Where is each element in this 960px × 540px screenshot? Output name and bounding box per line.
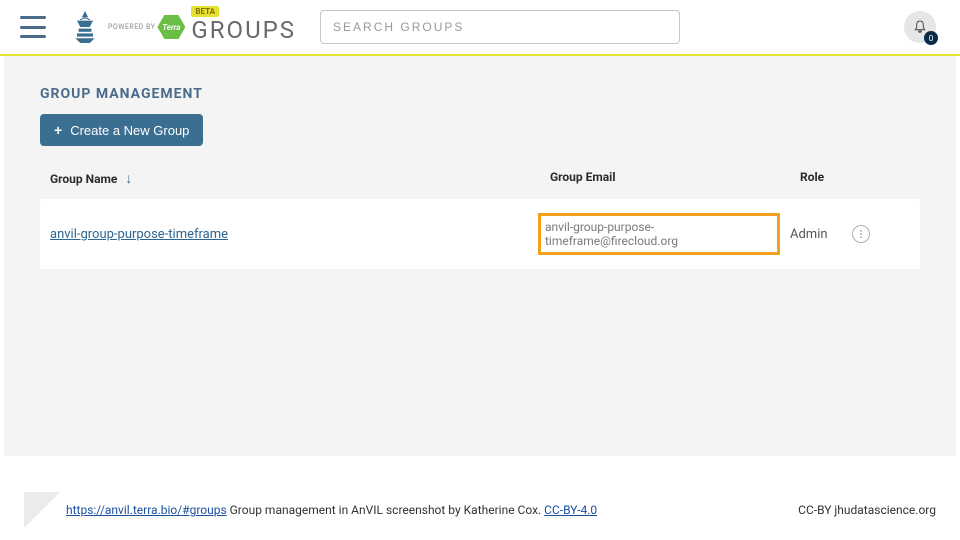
notifications-button[interactable]: 0 bbox=[904, 11, 936, 43]
page-title: GROUPS bbox=[191, 16, 296, 44]
search-input[interactable] bbox=[320, 10, 680, 44]
sort-down-icon: ↓ bbox=[125, 170, 132, 187]
footer-caption: https://anvil.terra.bio/#groups Group ma… bbox=[66, 503, 597, 517]
page-heading: GROUP MANAGEMENT bbox=[40, 86, 920, 102]
powered-by-label: POWERED BY bbox=[108, 23, 155, 31]
hamburger-menu-icon[interactable] bbox=[20, 16, 46, 38]
column-header-email[interactable]: Group Email bbox=[550, 170, 800, 187]
table-header: Group Name ↓ Group Email Role bbox=[40, 164, 920, 199]
group-role: Admin bbox=[790, 227, 852, 242]
folded-corner-icon bbox=[24, 492, 60, 528]
column-header-name[interactable]: Group Name ↓ bbox=[50, 170, 550, 187]
search-wrap bbox=[320, 10, 680, 44]
anvil-logo-icon bbox=[68, 7, 102, 47]
column-header-role[interactable]: Role bbox=[800, 170, 860, 187]
create-group-label: Create a New Group bbox=[70, 123, 189, 138]
table-row: anvil-group-purpose-timeframe anvil-grou… bbox=[40, 199, 920, 269]
license-link[interactable]: CC-BY-4.0 bbox=[544, 503, 597, 517]
notification-count-badge: 0 bbox=[924, 31, 938, 45]
caption-text: Group management in AnVIL screenshot by … bbox=[227, 503, 545, 517]
group-name-link[interactable]: anvil-group-purpose-timeframe bbox=[50, 227, 538, 242]
beta-badge: BETA bbox=[191, 6, 219, 17]
main-canvas: GROUP MANAGEMENT + Create a New Group Gr… bbox=[4, 56, 956, 456]
top-bar: POWERED BY Terra BETA GROUPS 0 bbox=[0, 0, 960, 56]
plus-icon: + bbox=[54, 122, 62, 138]
column-name-label: Group Name bbox=[50, 172, 117, 186]
page-title-wrap: BETA GROUPS bbox=[191, 10, 296, 44]
footer: https://anvil.terra.bio/#groups Group ma… bbox=[0, 492, 960, 528]
source-url-link[interactable]: https://anvil.terra.bio/#groups bbox=[66, 503, 227, 517]
terra-logo-icon: Terra bbox=[157, 15, 185, 39]
kebab-icon bbox=[856, 229, 866, 239]
group-email-highlight: anvil-group-purpose-timeframe@firecloud.… bbox=[538, 213, 780, 255]
footer-right: CC-BY jhudatascience.org bbox=[798, 503, 936, 517]
group-email-cell: anvil-group-purpose-timeframe@firecloud.… bbox=[538, 213, 790, 255]
create-group-button[interactable]: + Create a New Group bbox=[40, 114, 203, 146]
row-actions-button[interactable] bbox=[852, 225, 870, 243]
